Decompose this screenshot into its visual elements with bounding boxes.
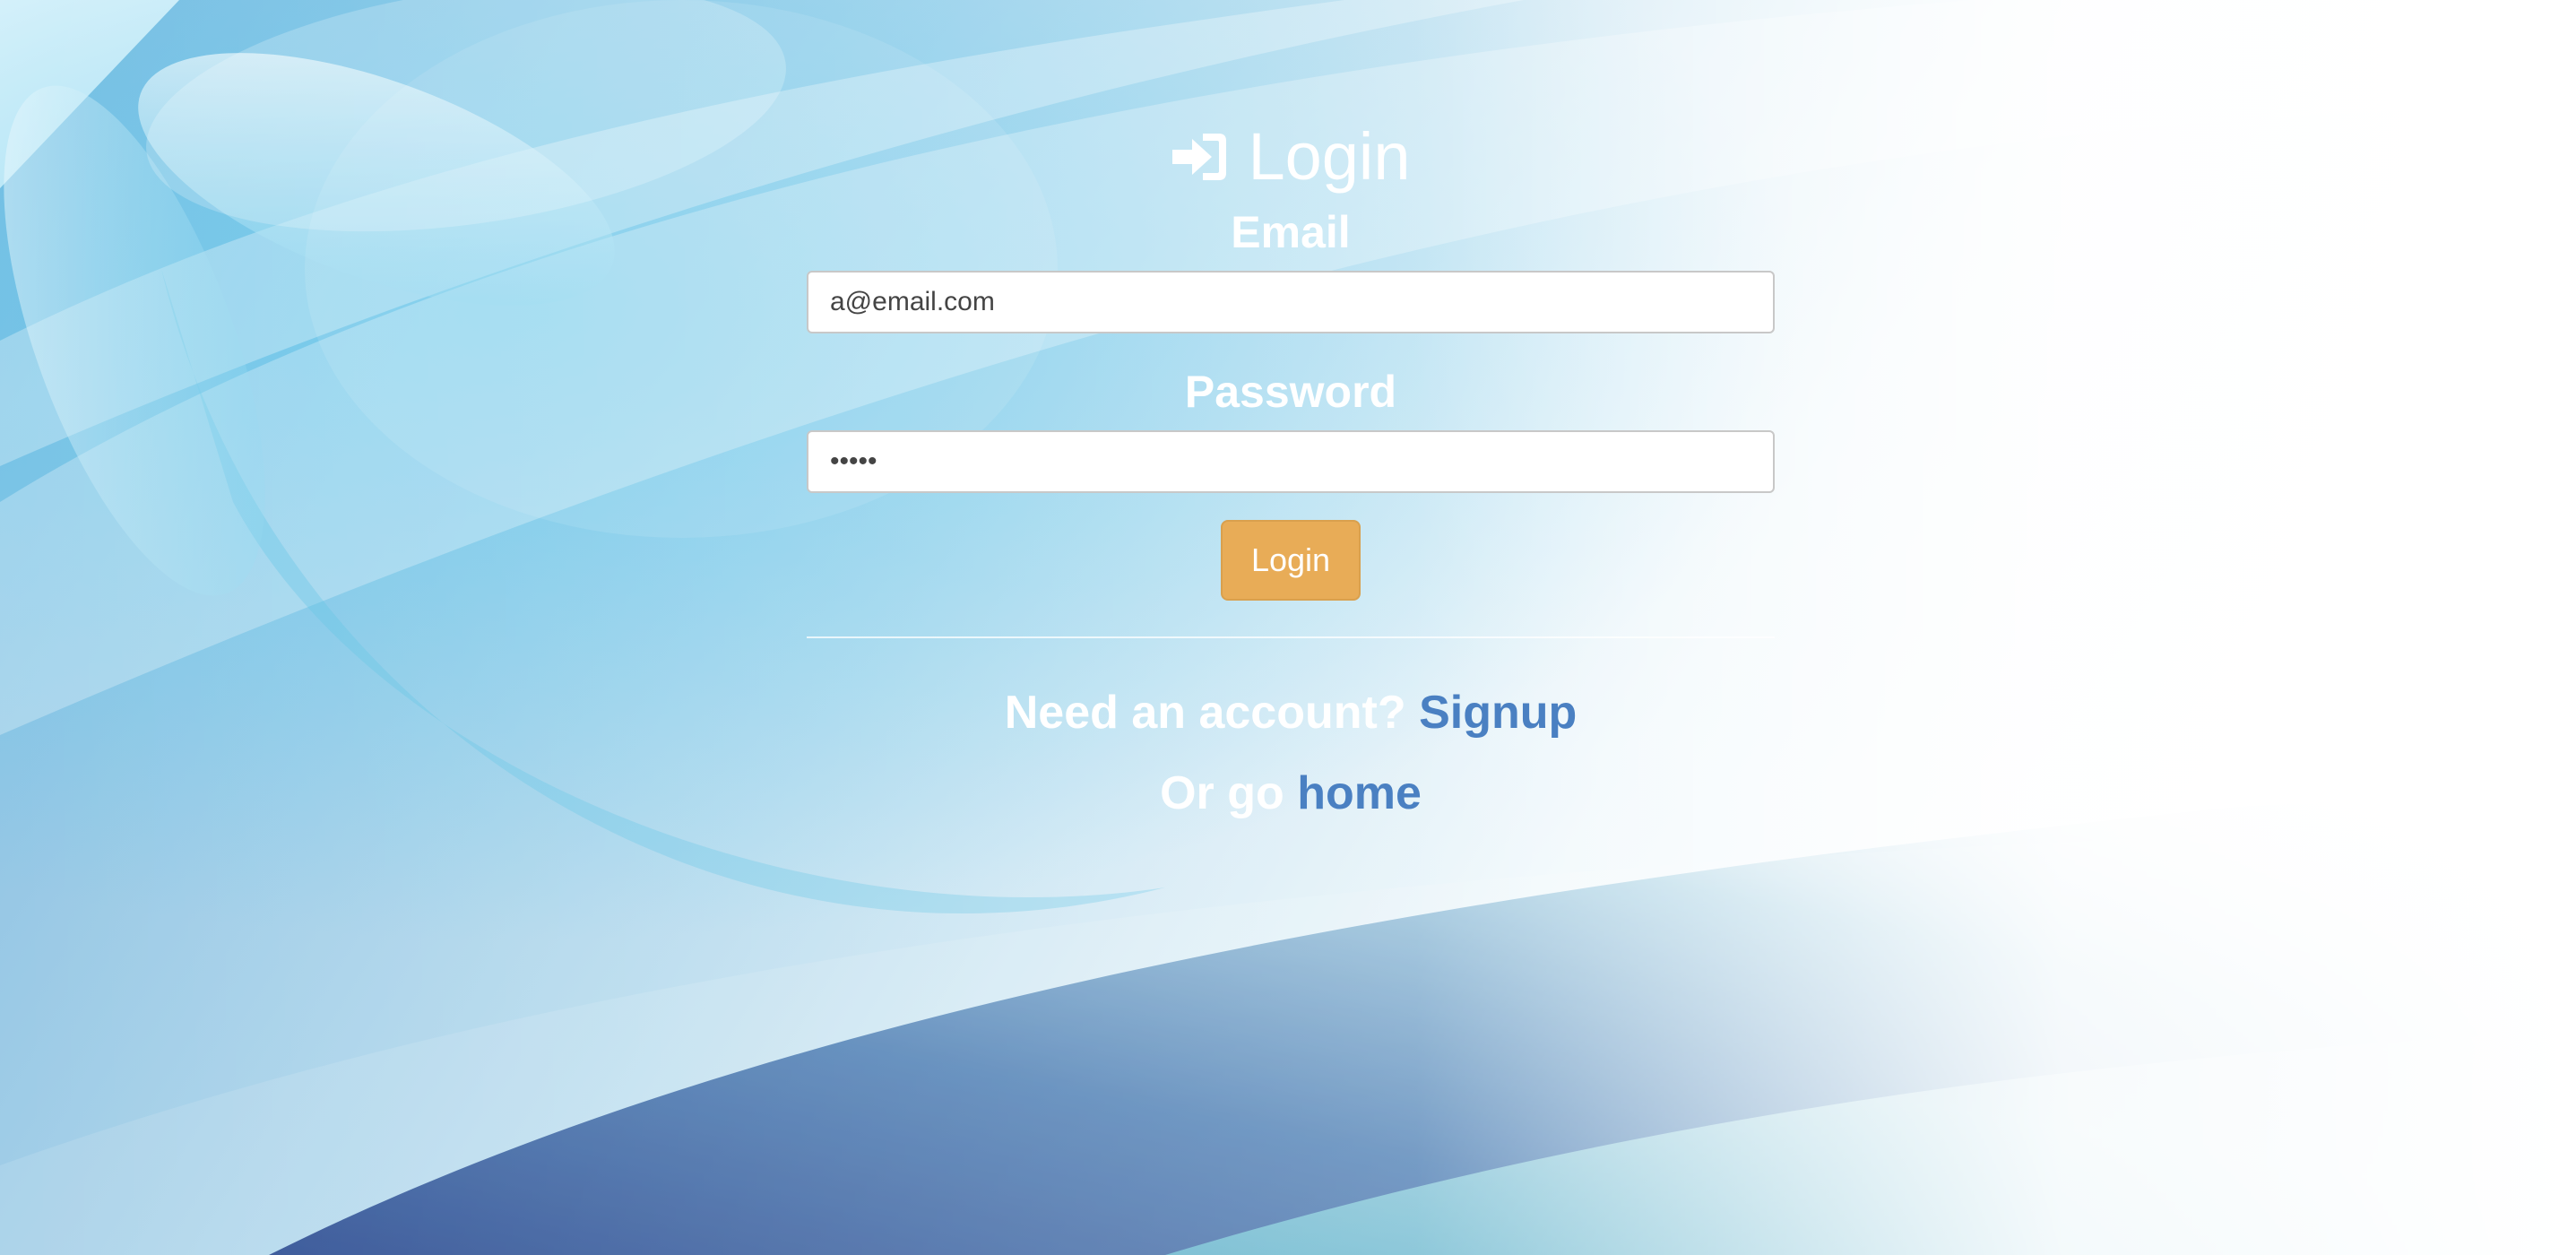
login-page: Login Email Password Login Need an accou… bbox=[0, 0, 2576, 1255]
sign-in-icon bbox=[1172, 134, 1227, 180]
signup-link[interactable]: Signup bbox=[1419, 687, 1577, 739]
email-label: Email bbox=[1231, 207, 1351, 257]
password-label: Password bbox=[1184, 367, 1397, 417]
home-link[interactable]: home bbox=[1297, 767, 1422, 819]
login-form: Login Email Password Login Need an accou… bbox=[807, 117, 1775, 834]
login-title-text: Login bbox=[1248, 119, 1411, 194]
home-line: Or go home bbox=[807, 753, 1775, 834]
email-input[interactable] bbox=[807, 271, 1775, 333]
login-button[interactable]: Login bbox=[1221, 520, 1361, 601]
divider bbox=[807, 636, 1775, 638]
signup-line: Need an account? Signup bbox=[807, 672, 1775, 753]
password-input[interactable] bbox=[807, 430, 1775, 493]
login-title: Login bbox=[807, 117, 1775, 197]
signup-prompt: Need an account? bbox=[1004, 687, 1406, 739]
home-prompt: Or go bbox=[1160, 767, 1284, 819]
